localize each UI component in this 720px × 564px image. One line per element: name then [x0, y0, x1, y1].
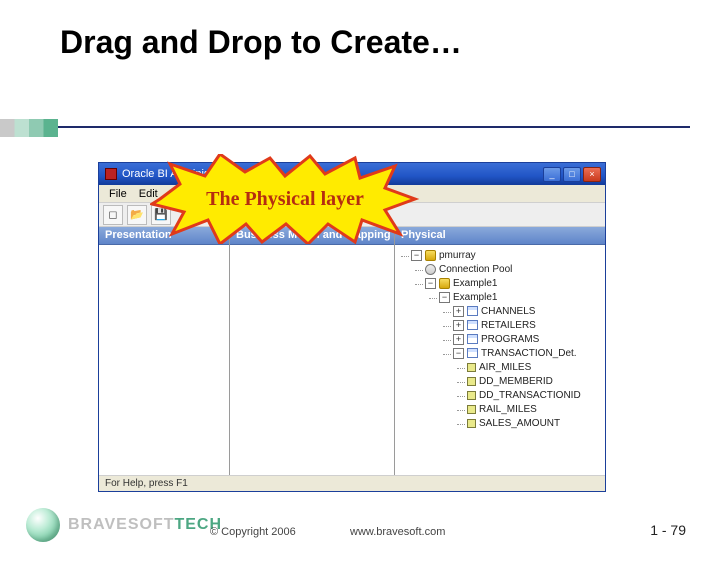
minus-icon[interactable]: −	[425, 278, 436, 289]
plus-icon[interactable]: +	[453, 334, 464, 345]
pane-bmm: Business Model and Mapping	[229, 227, 394, 475]
column-row[interactable]: SALES_AMOUNT	[467, 417, 603, 431]
table-row[interactable]: −TRANSACTION_Det. AIR_MILES DD_MEMBERID …	[453, 347, 603, 431]
pane-presentation: Presentation	[99, 227, 229, 475]
connection-icon	[425, 264, 436, 275]
menu-file[interactable]: File	[103, 186, 133, 202]
table-icon	[467, 348, 478, 358]
tree-node-datasource[interactable]: −pmurray Connection Pool −Example1 −Exam…	[411, 249, 603, 431]
page-title: Drag and Drop to Create…	[60, 24, 720, 61]
minus-icon[interactable]: −	[439, 292, 450, 303]
accent-bar	[0, 119, 58, 137]
table-icon	[467, 334, 478, 344]
column-row[interactable]: DD_TRANSACTIONID	[467, 389, 603, 403]
column-icon	[467, 419, 476, 428]
title-underline	[58, 126, 690, 128]
table-icon	[467, 320, 478, 330]
database-icon	[425, 250, 436, 261]
tree-node-schema[interactable]: −Example1 −Example1 +CHANNELS +RETAILERS…	[425, 277, 603, 431]
table-row[interactable]: +PROGRAMS	[453, 333, 603, 347]
table-row[interactable]: +CHANNELS	[453, 305, 603, 319]
pane-header-physical: Physical	[395, 227, 605, 245]
schema-icon	[439, 278, 450, 289]
table-row[interactable]: +RETAILERS	[453, 319, 603, 333]
plus-icon[interactable]: +	[453, 320, 464, 331]
statusbar: For Help, press F1	[99, 475, 605, 491]
column-row[interactable]: DD_MEMBERID	[467, 375, 603, 389]
column-row[interactable]: RAIL_MILES	[467, 403, 603, 417]
pane-body-physical[interactable]: −pmurray Connection Pool −Example1 −Exam…	[395, 245, 605, 475]
callout-text: The Physical layer	[150, 188, 420, 211]
column-icon	[467, 405, 476, 414]
plus-icon[interactable]: +	[453, 306, 464, 317]
globe-icon	[26, 508, 60, 542]
brand-logo: BRAVESOFTTECH	[26, 508, 222, 542]
new-icon[interactable]: ◻	[103, 205, 123, 225]
open-icon[interactable]: 📂	[127, 205, 147, 225]
callout-starburst: The Physical layer	[150, 154, 420, 244]
tree-node-connpool[interactable]: Connection Pool	[425, 263, 603, 277]
table-icon	[467, 306, 478, 316]
copyright-text: © Copyright 2006	[210, 526, 296, 538]
pane-physical: Physical −pmurray Connection Pool −Examp…	[394, 227, 605, 475]
close-button[interactable]: ×	[583, 167, 601, 182]
pane-body-bmm[interactable]	[230, 245, 394, 475]
column-icon	[467, 363, 476, 372]
maximize-button[interactable]: □	[563, 167, 581, 182]
column-icon	[467, 377, 476, 386]
minus-icon[interactable]: −	[453, 348, 464, 359]
column-icon	[467, 391, 476, 400]
pane-body-presentation[interactable]	[99, 245, 229, 475]
brand-name: BRAVESOFT	[68, 516, 174, 533]
app-icon	[105, 168, 117, 180]
footer-url: www.bravesoft.com	[350, 526, 445, 538]
page-number: 1 - 79	[650, 522, 686, 538]
minimize-button[interactable]: _	[543, 167, 561, 182]
column-row[interactable]: AIR_MILES	[467, 361, 603, 375]
tree-node-owner[interactable]: −Example1 +CHANNELS +RETAILERS +PROGRAMS…	[439, 291, 603, 431]
minus-icon[interactable]: −	[411, 250, 422, 261]
